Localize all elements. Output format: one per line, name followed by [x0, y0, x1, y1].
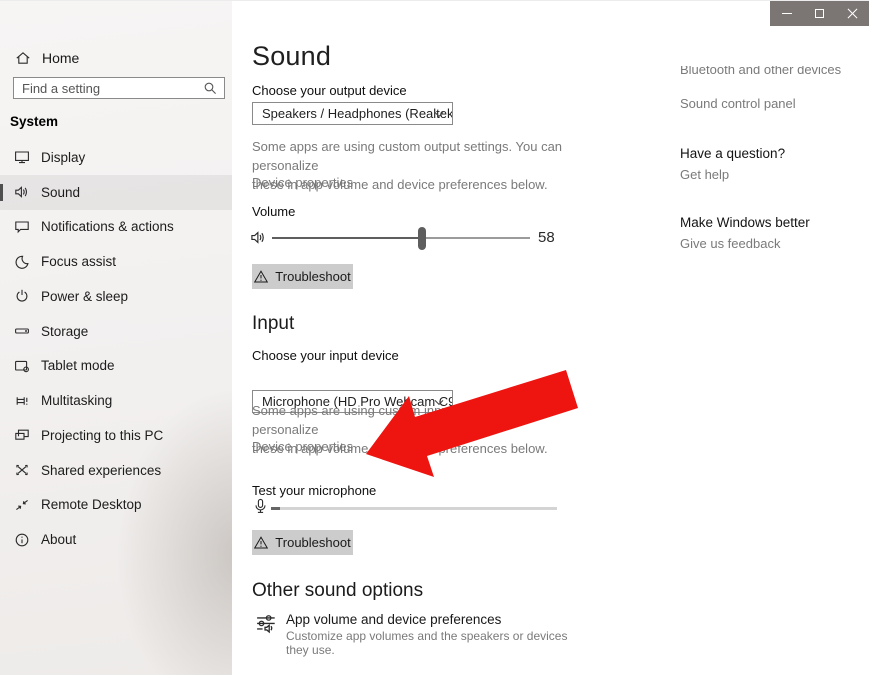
sidebar-item-storage[interactable]: Storage	[0, 314, 232, 349]
related-link-label: Bluetooth and other devices	[680, 66, 865, 77]
volume-label: Volume	[252, 204, 295, 219]
warning-icon	[254, 536, 268, 549]
close-icon	[847, 8, 858, 19]
app-volume-preferences-title: App volume and device preferences	[286, 612, 501, 627]
sidebar-item-label: About	[41, 532, 76, 547]
sidebar-item-label: Tablet mode	[41, 358, 115, 373]
tablet-mode-icon	[14, 358, 30, 374]
input-section-heading: Input	[252, 313, 294, 335]
input-device-label: Choose your input device	[252, 348, 399, 363]
settings-window: Settings Home System	[0, 0, 869, 675]
sidebar-item-label: Shared experiences	[41, 463, 161, 478]
minimize-icon	[782, 13, 792, 14]
output-troubleshoot-button[interactable]: Troubleshoot	[252, 264, 353, 289]
sidebar-item-sound[interactable]: Sound	[0, 175, 232, 210]
mic-level-fill	[271, 507, 280, 510]
sidebar-item-label: Power & sleep	[41, 289, 128, 304]
sidebar-item-label: Sound	[41, 185, 80, 200]
app-volume-preferences-item[interactable]: App volume and device preferences Custom…	[252, 609, 582, 645]
search-icon[interactable]	[203, 81, 217, 95]
sidebar-item-tablet-mode[interactable]: Tablet mode	[0, 349, 232, 384]
home-icon	[15, 50, 31, 66]
sidebar-item-display[interactable]: Display	[0, 140, 232, 175]
about-icon	[14, 532, 30, 548]
sidebar-item-label: Display	[41, 150, 85, 165]
troubleshoot-label: Troubleshoot	[275, 535, 350, 550]
power-icon	[14, 288, 30, 304]
give-us-feedback-link[interactable]: Give us feedback	[680, 236, 780, 251]
sound-icon	[14, 184, 30, 200]
microphone-icon	[252, 498, 269, 515]
storage-icon	[14, 323, 30, 339]
sidebar-nav: Display Sound Notifications & actions Fo…	[0, 140, 232, 557]
output-device-label: Choose your output device	[252, 83, 407, 98]
remote-desktop-icon	[14, 497, 30, 513]
related-link-bluetooth[interactable]: Bluetooth and other devices	[680, 66, 865, 78]
sidebar-item-shared-experiences[interactable]: Shared experiences	[0, 453, 232, 488]
sidebar-item-label: Projecting to this PC	[41, 428, 163, 443]
sidebar-item-projecting[interactable]: Projecting to this PC	[0, 418, 232, 453]
app-volume-mixer-icon	[256, 613, 278, 635]
maximize-button[interactable]	[803, 1, 836, 26]
display-icon	[14, 149, 30, 165]
sidebar-item-label: Focus assist	[41, 254, 116, 269]
sidebar-item-about[interactable]: About	[0, 522, 232, 557]
other-sound-options-heading: Other sound options	[252, 580, 423, 602]
sidebar-item-multitasking[interactable]: Multitasking	[0, 383, 232, 418]
sidebar-item-power-sleep[interactable]: Power & sleep	[0, 279, 232, 314]
sidebar-item-label: Remote Desktop	[41, 497, 142, 512]
multitasking-icon	[14, 393, 30, 409]
output-device-dropdown[interactable]: Speakers / Headphones (Realtek...	[252, 102, 453, 125]
sidebar-home-label: Home	[42, 50, 79, 66]
get-help-link[interactable]: Get help	[680, 167, 729, 182]
projecting-icon	[14, 427, 30, 443]
maximize-icon	[815, 9, 824, 18]
mic-level-meter	[271, 507, 557, 510]
sidebar-section-system: System	[10, 114, 58, 129]
volume-slider[interactable]	[272, 237, 530, 239]
search-input[interactable]	[14, 81, 203, 96]
sidebar-item-label: Storage	[41, 324, 88, 339]
sidebar: Home System Display Sound	[0, 1, 232, 675]
have-a-question-heading: Have a question?	[680, 146, 785, 161]
sidebar-item-home[interactable]: Home	[0, 45, 226, 71]
sidebar-item-label: Multitasking	[41, 393, 112, 408]
focus-assist-icon	[14, 254, 30, 270]
minimize-button[interactable]	[770, 1, 803, 26]
output-device-properties-link[interactable]: Device properties	[252, 175, 353, 190]
input-device-properties-link[interactable]: Device properties	[252, 439, 353, 454]
make-windows-better-heading: Make Windows better	[680, 215, 810, 230]
sidebar-item-focus-assist[interactable]: Focus assist	[0, 244, 232, 279]
chevron-down-icon	[434, 111, 444, 118]
app-volume-preferences-subtitle: Customize app volumes and the speakers o…	[286, 629, 582, 657]
search-box	[13, 77, 225, 99]
page-title: Sound	[252, 41, 331, 72]
output-device-value: Speakers / Headphones (Realtek...	[262, 106, 453, 121]
volume-slider-thumb[interactable]	[418, 227, 426, 250]
troubleshoot-label: Troubleshoot	[275, 269, 350, 284]
input-troubleshoot-button[interactable]: Troubleshoot	[252, 530, 353, 555]
close-button[interactable]	[836, 1, 869, 26]
window-controls	[770, 1, 869, 26]
sidebar-item-remote-desktop[interactable]: Remote Desktop	[0, 488, 232, 523]
notifications-icon	[14, 219, 30, 235]
shared-experiences-icon	[14, 462, 30, 478]
volume-slider-fill	[272, 237, 422, 239]
volume-value: 58	[538, 229, 555, 246]
sidebar-item-label: Notifications & actions	[41, 219, 174, 234]
warning-icon	[254, 270, 268, 283]
related-link-sound-control-panel[interactable]: Sound control panel	[680, 96, 796, 111]
sidebar-item-notifications[interactable]: Notifications & actions	[0, 210, 232, 245]
speaker-icon	[250, 229, 267, 246]
test-microphone-label: Test your microphone	[252, 483, 376, 498]
